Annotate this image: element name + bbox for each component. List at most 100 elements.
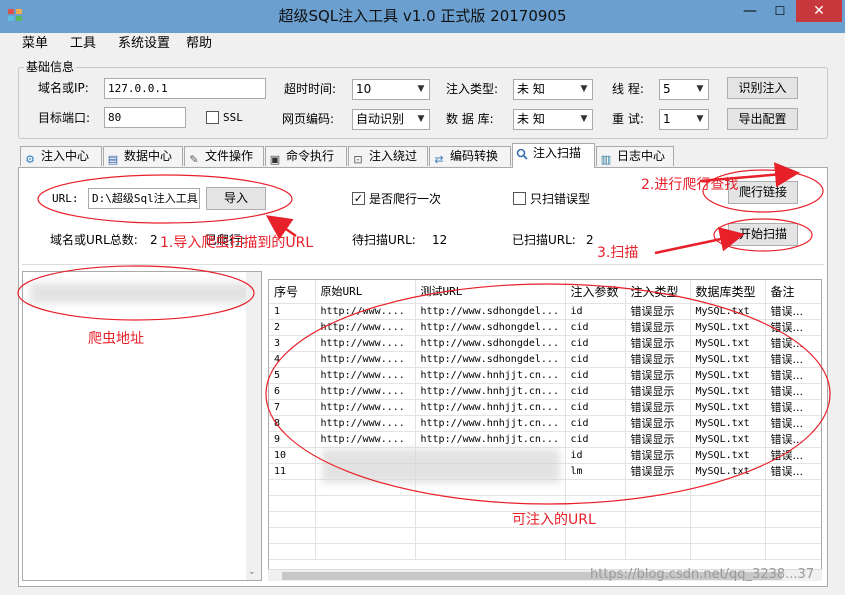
col-remark[interactable]: 备注 bbox=[765, 280, 821, 304]
log-book-icon: ▥ bbox=[600, 153, 612, 166]
table-cell: http://www.... bbox=[315, 431, 416, 448]
table-cell: http://www.hnhjjt.cn... bbox=[415, 431, 566, 448]
table-cell: 错误... bbox=[765, 351, 821, 368]
maximize-button[interactable]: ☐ bbox=[765, 0, 795, 22]
table-cell bbox=[765, 543, 821, 560]
table-cell: cid bbox=[565, 399, 626, 416]
table-cell: 错误显示 bbox=[625, 431, 691, 448]
close-button[interactable]: ✕ bbox=[796, 0, 842, 22]
identify-injection-button[interactable]: 识别注入 bbox=[727, 77, 798, 99]
menu-item-settings[interactable]: 系统设置 bbox=[118, 36, 170, 52]
tab-encoding-convert[interactable]: ⇄ 编码转换 bbox=[429, 146, 511, 166]
table-cell: http://www.hnhjjt.cn... bbox=[415, 415, 566, 432]
col-inject-type[interactable]: 注入类型 bbox=[625, 280, 691, 304]
col-db-type[interactable]: 数据库类型 bbox=[690, 280, 766, 304]
table-cell bbox=[625, 479, 691, 496]
table-cell: http://www.... bbox=[315, 335, 416, 352]
table-cell: 10 bbox=[269, 447, 316, 464]
table-cell: http://www.... bbox=[315, 383, 416, 400]
table-cell: 错误... bbox=[765, 303, 821, 320]
search-icon bbox=[515, 148, 529, 162]
crawl-once-checkbox[interactable]: ✓ bbox=[352, 192, 365, 205]
table-cell: http://www.sdhongdel... bbox=[415, 351, 566, 368]
table-cell bbox=[625, 511, 691, 528]
timeout-select[interactable]: 10 ▼ bbox=[352, 79, 430, 100]
inject-type-select[interactable]: 未 知 ▼ bbox=[513, 79, 593, 100]
url-total-value: 2 bbox=[150, 233, 158, 247]
ssl-checkbox[interactable] bbox=[206, 111, 219, 124]
table-cell bbox=[269, 511, 316, 528]
url-path-input[interactable]: D:\超级Sql注入工具 bbox=[88, 188, 200, 209]
threads-select[interactable]: 5 ▼ bbox=[659, 79, 709, 100]
tab-data-center[interactable]: ▤ 数据中心 bbox=[103, 146, 183, 166]
menu-item-help[interactable]: 帮助 bbox=[186, 36, 212, 52]
table-cell: 错误... bbox=[765, 335, 821, 352]
table-row[interactable]: 6 http://www.... http://www.hnhjjt.cn... ci… bbox=[269, 383, 821, 400]
terminal-icon: ▣ bbox=[269, 153, 281, 166]
injectable-url-grid[interactable]: 序号 原始URL 测试URL 注入参数 注入类型 数据库类型 备注 1 http:… bbox=[268, 279, 822, 581]
table-row[interactable]: 5 http://www.... http://www.hnhjjt.cn... ci… bbox=[269, 367, 821, 384]
export-config-button[interactable]: 导出配置 bbox=[727, 108, 798, 130]
tab-injection-center[interactable]: ⚙ 注入中心 bbox=[20, 146, 102, 166]
database-select[interactable]: 未 知 ▼ bbox=[513, 109, 593, 130]
table-cell: MySQL.txt bbox=[690, 351, 766, 368]
menu-item-tools[interactable]: 工具 bbox=[70, 36, 96, 52]
tab-file-operations[interactable]: ✎ 文件操作 bbox=[184, 146, 264, 166]
table-row[interactable]: 9 http://www.... http://www.hnhjjt.cn... ci… bbox=[269, 431, 821, 448]
table-cell: http://www.... bbox=[315, 415, 416, 432]
convert-icon: ⇄ bbox=[434, 153, 444, 166]
table-cell: 2 bbox=[269, 319, 316, 336]
minimize-button[interactable]: — bbox=[735, 0, 765, 22]
table-cell: MySQL.txt bbox=[690, 319, 766, 336]
tab-injection-bypass[interactable]: ⊡ 注入绕过 bbox=[348, 146, 428, 166]
crawler-url-list[interactable] bbox=[22, 271, 262, 581]
col-inject-param[interactable]: 注入参数 bbox=[565, 280, 626, 304]
table-cell bbox=[765, 495, 821, 512]
crawl-links-button[interactable]: 爬行链接 bbox=[728, 181, 798, 204]
col-original-url[interactable]: 原始URL bbox=[315, 280, 416, 304]
window-title: 超级SQL注入工具 v1.0 正式版 20170905 bbox=[278, 7, 567, 25]
retry-select[interactable]: 1 ▼ bbox=[659, 109, 709, 130]
table-row[interactable]: 4 http://www.... http://www.sdhongdel... ci… bbox=[269, 351, 821, 368]
tab-log-center[interactable]: ▥ 日志中心 bbox=[596, 146, 674, 166]
col-test-url[interactable]: 测试URL bbox=[415, 280, 566, 304]
chevron-down-icon: ▼ bbox=[580, 84, 588, 94]
table-cell bbox=[269, 543, 316, 560]
threads-label: 线 程: bbox=[612, 82, 644, 96]
table-cell: 错误显示 bbox=[625, 415, 691, 432]
table-cell: cid bbox=[565, 319, 626, 336]
table-cell: http://www.hnhjjt.cn... bbox=[415, 399, 566, 416]
table-row[interactable]: 7 http://www.... http://www.hnhjjt.cn... ci… bbox=[269, 399, 821, 416]
table-cell: 错误显示 bbox=[625, 367, 691, 384]
pending-url-value: 12 bbox=[432, 233, 448, 247]
encoding-select[interactable]: 自动识别 ▼ bbox=[352, 109, 430, 130]
table-cell: http://www.... bbox=[315, 399, 416, 416]
table-row[interactable]: 1 http://www.... http://www.sdhongdel... id… bbox=[269, 303, 821, 320]
port-label: 目标端口: bbox=[38, 111, 91, 125]
error-only-checkbox[interactable] bbox=[513, 192, 526, 205]
basic-info-title: 基础信息 bbox=[24, 59, 77, 75]
tab-command-execution[interactable]: ▣ 命令执行 bbox=[265, 146, 347, 166]
table-cell: id bbox=[565, 447, 626, 464]
redacted-urls bbox=[322, 449, 560, 483]
menu-item-menu[interactable]: 菜单 bbox=[22, 36, 48, 52]
table-cell: http://www.sdhongdel... bbox=[415, 319, 566, 336]
table-cell: 3 bbox=[269, 335, 316, 352]
table-row[interactable]: 8 http://www.... http://www.hnhjjt.cn... ci… bbox=[269, 415, 821, 432]
table-row[interactable]: 2 http://www.... http://www.sdhongdel... ci… bbox=[269, 319, 821, 336]
crawler-list-scrollbar[interactable] bbox=[246, 272, 261, 580]
table-row[interactable]: 3 http://www.... http://www.sdhongdel... ci… bbox=[269, 335, 821, 352]
import-button[interactable]: 导入 bbox=[206, 187, 266, 210]
table-cell: MySQL.txt bbox=[690, 399, 766, 416]
table-cell: 错误... bbox=[765, 447, 821, 464]
port-input[interactable]: 80 bbox=[104, 107, 186, 128]
retry-label: 重 试: bbox=[612, 112, 644, 126]
inject-type-value: 未 知 bbox=[517, 82, 545, 96]
table-cell: 错误... bbox=[765, 463, 821, 480]
tab-injection-scan[interactable]: 注入扫描 bbox=[512, 143, 595, 168]
table-cell: lm bbox=[565, 463, 626, 480]
start-scan-button[interactable]: 开始扫描 bbox=[728, 223, 798, 246]
table-cell: 错误显示 bbox=[625, 319, 691, 336]
col-index[interactable]: 序号 bbox=[269, 280, 316, 304]
domain-input[interactable]: 127.0.0.1 bbox=[104, 78, 266, 99]
